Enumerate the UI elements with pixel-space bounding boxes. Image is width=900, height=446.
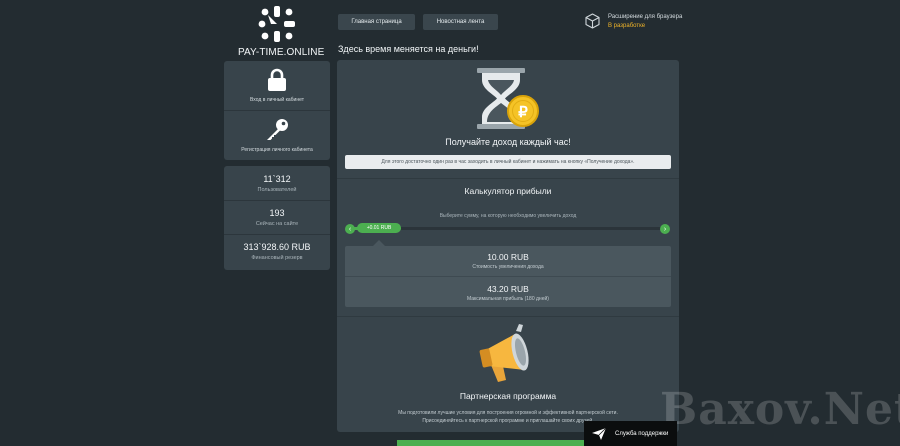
stat-label: Финансовый резерв [251, 255, 303, 261]
stat-value: 313`928.60 RUB [243, 242, 311, 252]
tagline: Здесь время меняется на деньги! [338, 44, 479, 54]
nav-home-button[interactable]: Главная страница [338, 14, 415, 30]
lock-icon [268, 68, 286, 91]
brand-name: PAY-TIME.ONLINE [238, 47, 325, 58]
partner-text-line: Мы подготовили лучшие условия для постро… [398, 410, 618, 416]
stat-value: 11`312 [263, 173, 291, 184]
result-value: 43.20 RUB [487, 284, 529, 294]
site-logo[interactable]: PAY-TIME.ONLINE [238, 4, 325, 58]
main-panel: ₽ Получайте доход каждый час! Для этого … [337, 60, 679, 432]
extension-status: В разработке [608, 23, 646, 29]
stats-panel: 11`312 Пользователей 193 Сейчас на сайте… [224, 166, 330, 270]
paper-plane-icon [592, 427, 607, 440]
stat-value: 193 [269, 208, 285, 218]
nav-news-button[interactable]: Новостная лента [423, 14, 498, 30]
cube-icon [585, 13, 600, 29]
slider-prev-button[interactable]: ‹ [345, 224, 355, 234]
login-label: Вход в личный кабинет [250, 97, 304, 103]
hero-info: Для этого достаточно один раз в час захо… [345, 155, 671, 169]
stat-label: Пользователей [257, 186, 297, 193]
slider-next-button[interactable]: › [660, 224, 670, 234]
hero-title: Получайте доход каждый час! [445, 137, 571, 147]
extension-title: Расширение для браузера [608, 14, 683, 20]
divider [337, 316, 679, 317]
logo-mark-icon [258, 6, 295, 42]
svg-text:₽: ₽ [518, 104, 528, 121]
support-button[interactable]: Служба поддержки [584, 421, 677, 446]
result-label: Максимальная прибыль (180 дней) [467, 296, 549, 302]
amount-slider-handle[interactable]: +0.01 RUB [357, 223, 401, 233]
calculator-title: Калькулятор прибыли [464, 186, 552, 196]
auth-panel: Вход в личный кабинет Регистрация личног… [224, 61, 330, 160]
result-profit: 43.20 RUB Максимальная прибыль (180 дней… [345, 284, 671, 302]
browser-extension-link[interactable]: Расширение для браузера В разработке [585, 13, 682, 31]
login-button[interactable]: Вход в личный кабинет [224, 61, 330, 110]
calculator-results: 10.00 RUB Стоимость увеличения дохода 43… [345, 246, 671, 307]
stat-reserve: 313`928.60 RUB Финансовый резерв [224, 234, 330, 268]
partner-title: Партнерская программа [459, 391, 557, 401]
divider [345, 276, 671, 277]
result-cost: 10.00 RUB Стоимость увеличения дохода [345, 252, 671, 270]
stat-label: Сейчас на сайте [255, 221, 299, 227]
result-value: 10.00 RUB [487, 252, 529, 262]
register-label: Регистрация личного кабинета [241, 146, 313, 153]
divider [337, 178, 679, 179]
stat-users: 11`312 Пользователей [224, 166, 330, 200]
result-label: Стоимость увеличения дохода [472, 264, 544, 270]
cta-button[interactable] [397, 440, 587, 446]
key-icon [267, 118, 288, 140]
register-button[interactable]: Регистрация личного кабинета [224, 110, 330, 159]
hourglass-coin-icon: ₽ [477, 68, 539, 129]
watermark: Baxov.Net [660, 384, 900, 435]
support-label: Служба поддержки [615, 430, 669, 437]
stat-online: 193 Сейчас на сайте [224, 200, 330, 234]
megaphone-icon [479, 324, 529, 382]
calculator-hint: Выберите сумму, на которую необходимо ув… [439, 213, 577, 219]
